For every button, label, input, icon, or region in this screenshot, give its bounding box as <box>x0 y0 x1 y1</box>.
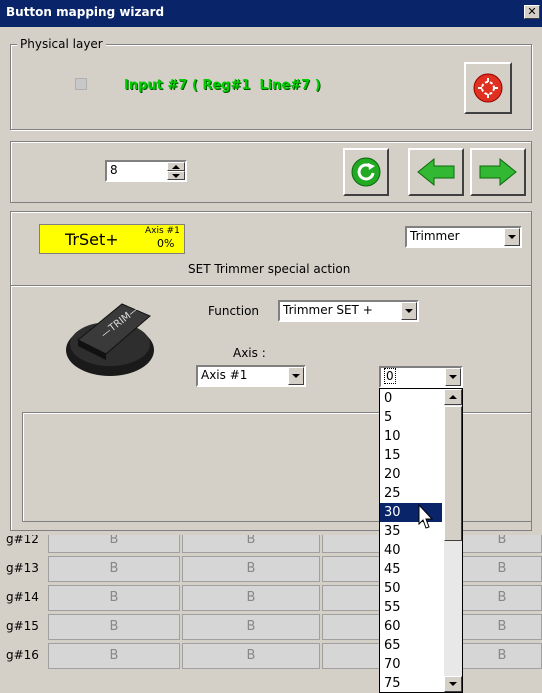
axis-value: Axis #1 <box>201 368 248 382</box>
action-label: TrSet+ <box>65 230 119 249</box>
dropdown-option[interactable]: 45 <box>380 560 442 579</box>
mapping-index-spinner[interactable]: 8 <box>105 160 187 182</box>
scroll-down-icon[interactable] <box>444 676 462 692</box>
value-select[interactable]: 0 <box>379 366 463 388</box>
grid-cell[interactable]: B <box>182 643 320 669</box>
dropdown-option[interactable]: 60 <box>380 617 442 636</box>
physical-layer-label: Physical layer <box>17 37 106 51</box>
action-type-select[interactable]: Trimmer <box>405 226 522 248</box>
chevron-down-icon[interactable] <box>401 302 417 320</box>
divider <box>11 285 531 287</box>
dropdown-scrollbar[interactable] <box>444 389 462 692</box>
dropdown-option[interactable]: 10 <box>380 427 442 446</box>
grid-cell[interactable]: B <box>462 614 542 640</box>
function-label: Function <box>208 304 260 318</box>
grid-cell[interactable]: B <box>462 535 542 553</box>
stop-icon <box>473 73 503 103</box>
action-preview-button[interactable]: TrSet+ Axis #1 0% <box>39 224 185 254</box>
dropdown-option[interactable]: 40 <box>380 541 442 560</box>
dropdown-option[interactable]: 0 <box>380 389 442 408</box>
chevron-down-icon[interactable] <box>445 368 461 386</box>
title-bar[interactable]: Button mapping wizard ✕ <box>0 0 542 27</box>
dropdown-option[interactable]: 15 <box>380 446 442 465</box>
grid-cell[interactable]: B <box>48 614 180 640</box>
reset-button[interactable] <box>464 62 512 114</box>
dropdown-option[interactable]: 55 <box>380 598 442 617</box>
grid-cell[interactable]: B <box>462 556 542 582</box>
input-status-text: Input #7 ( Reg#1 Line#7 ) <box>124 78 321 93</box>
scroll-thumb[interactable] <box>444 406 462 541</box>
dropdown-option[interactable]: 65 <box>380 636 442 655</box>
grid-cell[interactable]: B <box>182 585 320 611</box>
action-type-value: Trimmer <box>410 229 460 243</box>
percent-badge: 0% <box>157 237 175 250</box>
grid-row-label: g#15 <box>6 619 39 633</box>
spinner-value: 8 <box>110 163 118 177</box>
previous-button[interactable] <box>408 148 464 196</box>
dropdown-option[interactable]: 25 <box>380 484 442 503</box>
action-description: SET Trimmer special action <box>188 262 351 276</box>
axis-label: Axis : <box>233 346 266 360</box>
next-button[interactable] <box>470 148 526 196</box>
close-icon: ✕ <box>527 5 537 18</box>
grid-cell[interactable]: B <box>48 585 180 611</box>
grid-cell[interactable]: B <box>462 585 542 611</box>
grid-cell[interactable]: B <box>48 535 180 553</box>
function-select[interactable]: Trimmer SET + <box>278 300 419 322</box>
arrow-left-icon <box>417 157 455 187</box>
chevron-down-icon[interactable] <box>288 367 304 385</box>
spinner-buttons[interactable] <box>167 162 185 180</box>
trim-knob-image: —TRIM— <box>66 303 154 376</box>
input-checkbox[interactable] <box>75 78 87 90</box>
spinner-up-icon[interactable] <box>167 162 185 171</box>
dropdown-option[interactable]: 5 <box>380 408 442 427</box>
grid-row-label: g#16 <box>6 648 39 662</box>
grid-cell[interactable]: B <box>462 643 542 669</box>
refresh-button[interactable] <box>343 148 389 196</box>
close-button[interactable]: ✕ <box>524 5 540 19</box>
scroll-up-icon[interactable] <box>444 389 462 405</box>
function-value: Trimmer SET + <box>283 303 373 317</box>
grid-row-label: g#12 <box>6 535 39 546</box>
value-current: 0 <box>384 368 396 384</box>
grid-row-label: g#13 <box>6 561 39 575</box>
axis-badge: Axis #1 <box>145 226 180 236</box>
dropdown-option[interactable]: 50 <box>380 579 442 598</box>
window-title: Button mapping wizard <box>6 5 165 19</box>
grid-cell[interactable]: B <box>182 614 320 640</box>
mouse-cursor-icon <box>418 504 434 529</box>
refresh-icon <box>351 157 381 187</box>
dropdown-option[interactable]: 20 <box>380 465 442 484</box>
axis-select[interactable]: Axis #1 <box>196 365 306 387</box>
grid-cell[interactable]: B <box>48 556 180 582</box>
grid-cell[interactable]: B <box>182 556 320 582</box>
dropdown-option[interactable]: 70 <box>380 655 442 674</box>
grid-cell[interactable]: B <box>48 643 180 669</box>
arrow-right-icon <box>479 157 517 187</box>
grid-row-label: g#14 <box>6 590 39 604</box>
value-dropdown-list[interactable]: 0 5 10 15 20 25 30 35 40 45 50 55 60 65 70 75 <box>379 388 463 693</box>
spinner-down-icon[interactable] <box>167 171 185 180</box>
dropdown-option[interactable]: 75 <box>380 674 442 692</box>
grid-cell[interactable]: B <box>182 535 320 553</box>
chevron-down-icon[interactable] <box>504 228 520 246</box>
